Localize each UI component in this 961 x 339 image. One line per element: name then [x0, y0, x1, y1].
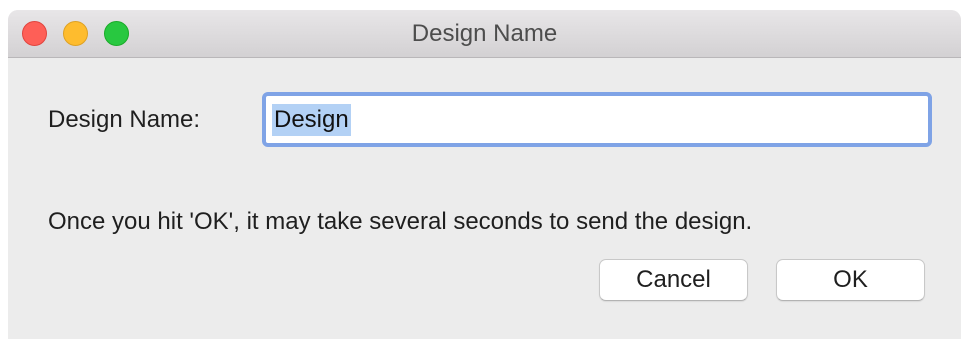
design-name-label: Design Name: [48, 106, 201, 133]
design-name-input[interactable]: Design [262, 92, 932, 147]
info-message: Once you hit 'OK', it may take several s… [48, 208, 753, 235]
window-title: Design Name [411, 20, 558, 47]
title-bar: Design Name [8, 10, 961, 58]
cancel-button[interactable]: Cancel [599, 259, 748, 301]
design-name-input-value[interactable]: Design [272, 104, 351, 136]
ok-button[interactable]: OK [776, 259, 925, 301]
dialog-window: Design Name Design Name: Design Once you… [8, 10, 961, 339]
